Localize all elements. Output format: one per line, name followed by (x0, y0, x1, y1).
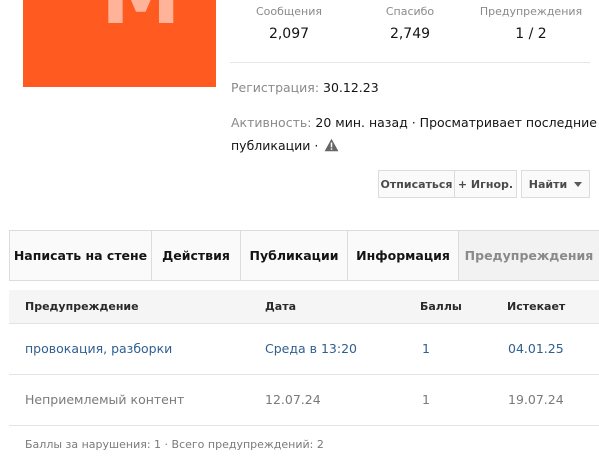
tab-label: Информация (356, 248, 450, 263)
chevron-down-icon (574, 181, 583, 187)
warnings-summary: Баллы за нарушения: 1 · Всего предупрежд… (25, 438, 324, 451)
activity-continuation: публикации · (231, 138, 319, 153)
ignore-button[interactable]: + Игнор. (455, 170, 517, 198)
find-button[interactable]: Найти (521, 170, 590, 198)
registration-line: Регистрация: 30.12.23 (231, 76, 379, 99)
find-label: Найти (528, 177, 568, 191)
stats-divider (230, 62, 590, 63)
tab-wall[interactable]: Написать на стене (10, 231, 152, 280)
warning-points: 1 (422, 341, 430, 356)
activity-label: Активность: (231, 115, 312, 130)
tab-actions[interactable]: Действия (152, 231, 241, 280)
avatar[interactable]: M (23, 0, 216, 87)
stat-thanks[interactable]: Спасибо 2,749 (370, 5, 450, 43)
warning-title[interactable]: Неприемлемый контент (25, 375, 184, 425)
tab-info[interactable]: Информация (348, 231, 459, 280)
unsubscribe-button[interactable]: Отписаться (378, 170, 455, 198)
table-row[interactable]: Неприемлемый контент 12.07.24 1 19.07.24 (9, 375, 599, 426)
table-header: Предупреждение Дата Баллы Истекает (9, 290, 599, 324)
tab-warnings[interactable]: Предупреждения (459, 231, 599, 280)
registration-date: 30.12.23 (323, 80, 379, 95)
column-header-expires: Истекает (507, 300, 566, 313)
stat-value: 2,749 (389, 26, 431, 42)
warning-points: 1 (422, 392, 430, 407)
stat-label: Предупреждения (479, 5, 583, 18)
tab-label: Публикации (249, 248, 339, 263)
tab-label: Действия (162, 248, 230, 263)
warning-date: 12.07.24 (265, 392, 321, 407)
tab-posts[interactable]: Публикации (241, 231, 348, 280)
column-header-date: Дата (265, 300, 297, 313)
stat-label: Спасибо (385, 5, 435, 18)
warnings-table: Предупреждение Дата Баллы Истекает прово… (9, 290, 599, 426)
activity-value: 20 мин. назад · Просматривает последние (315, 115, 597, 130)
tab-label: Написать на стене (13, 248, 148, 263)
warning-date[interactable]: Среда в 13:20 (265, 324, 357, 374)
table-row[interactable]: провокация, разборки Среда в 13:20 1 04.… (9, 324, 599, 375)
activity-line: Активность: 20 мин. назад · Просматривае… (231, 111, 597, 134)
activity-continuation-line: публикации · (231, 134, 339, 159)
stat-value: 2,097 (268, 26, 310, 42)
stat-label: Сообщения (255, 5, 322, 18)
stat-warnings[interactable]: Предупреждения 1 / 2 (478, 5, 584, 43)
tab-label: Предупреждения (464, 248, 594, 263)
ignore-label: + Игнор. (457, 177, 514, 191)
profile-tabs: Написать на стене Действия Публикации Ин… (9, 230, 599, 281)
warning-expires: 04.01.25 (508, 341, 564, 356)
warning-expires: 19.07.24 (508, 392, 564, 407)
column-header-warning: Предупреждение (25, 300, 139, 313)
stat-messages[interactable]: Сообщения 2,097 (249, 5, 329, 43)
warning-title[interactable]: провокация, разборки (25, 324, 172, 374)
warning-icon[interactable] (324, 136, 339, 159)
registration-label: Регистрация: (231, 80, 320, 95)
stat-value: 1 / 2 (515, 26, 547, 42)
unsubscribe-label: Отписаться (380, 177, 453, 191)
column-header-points: Баллы (420, 300, 462, 313)
avatar-letter: M (101, 0, 181, 36)
